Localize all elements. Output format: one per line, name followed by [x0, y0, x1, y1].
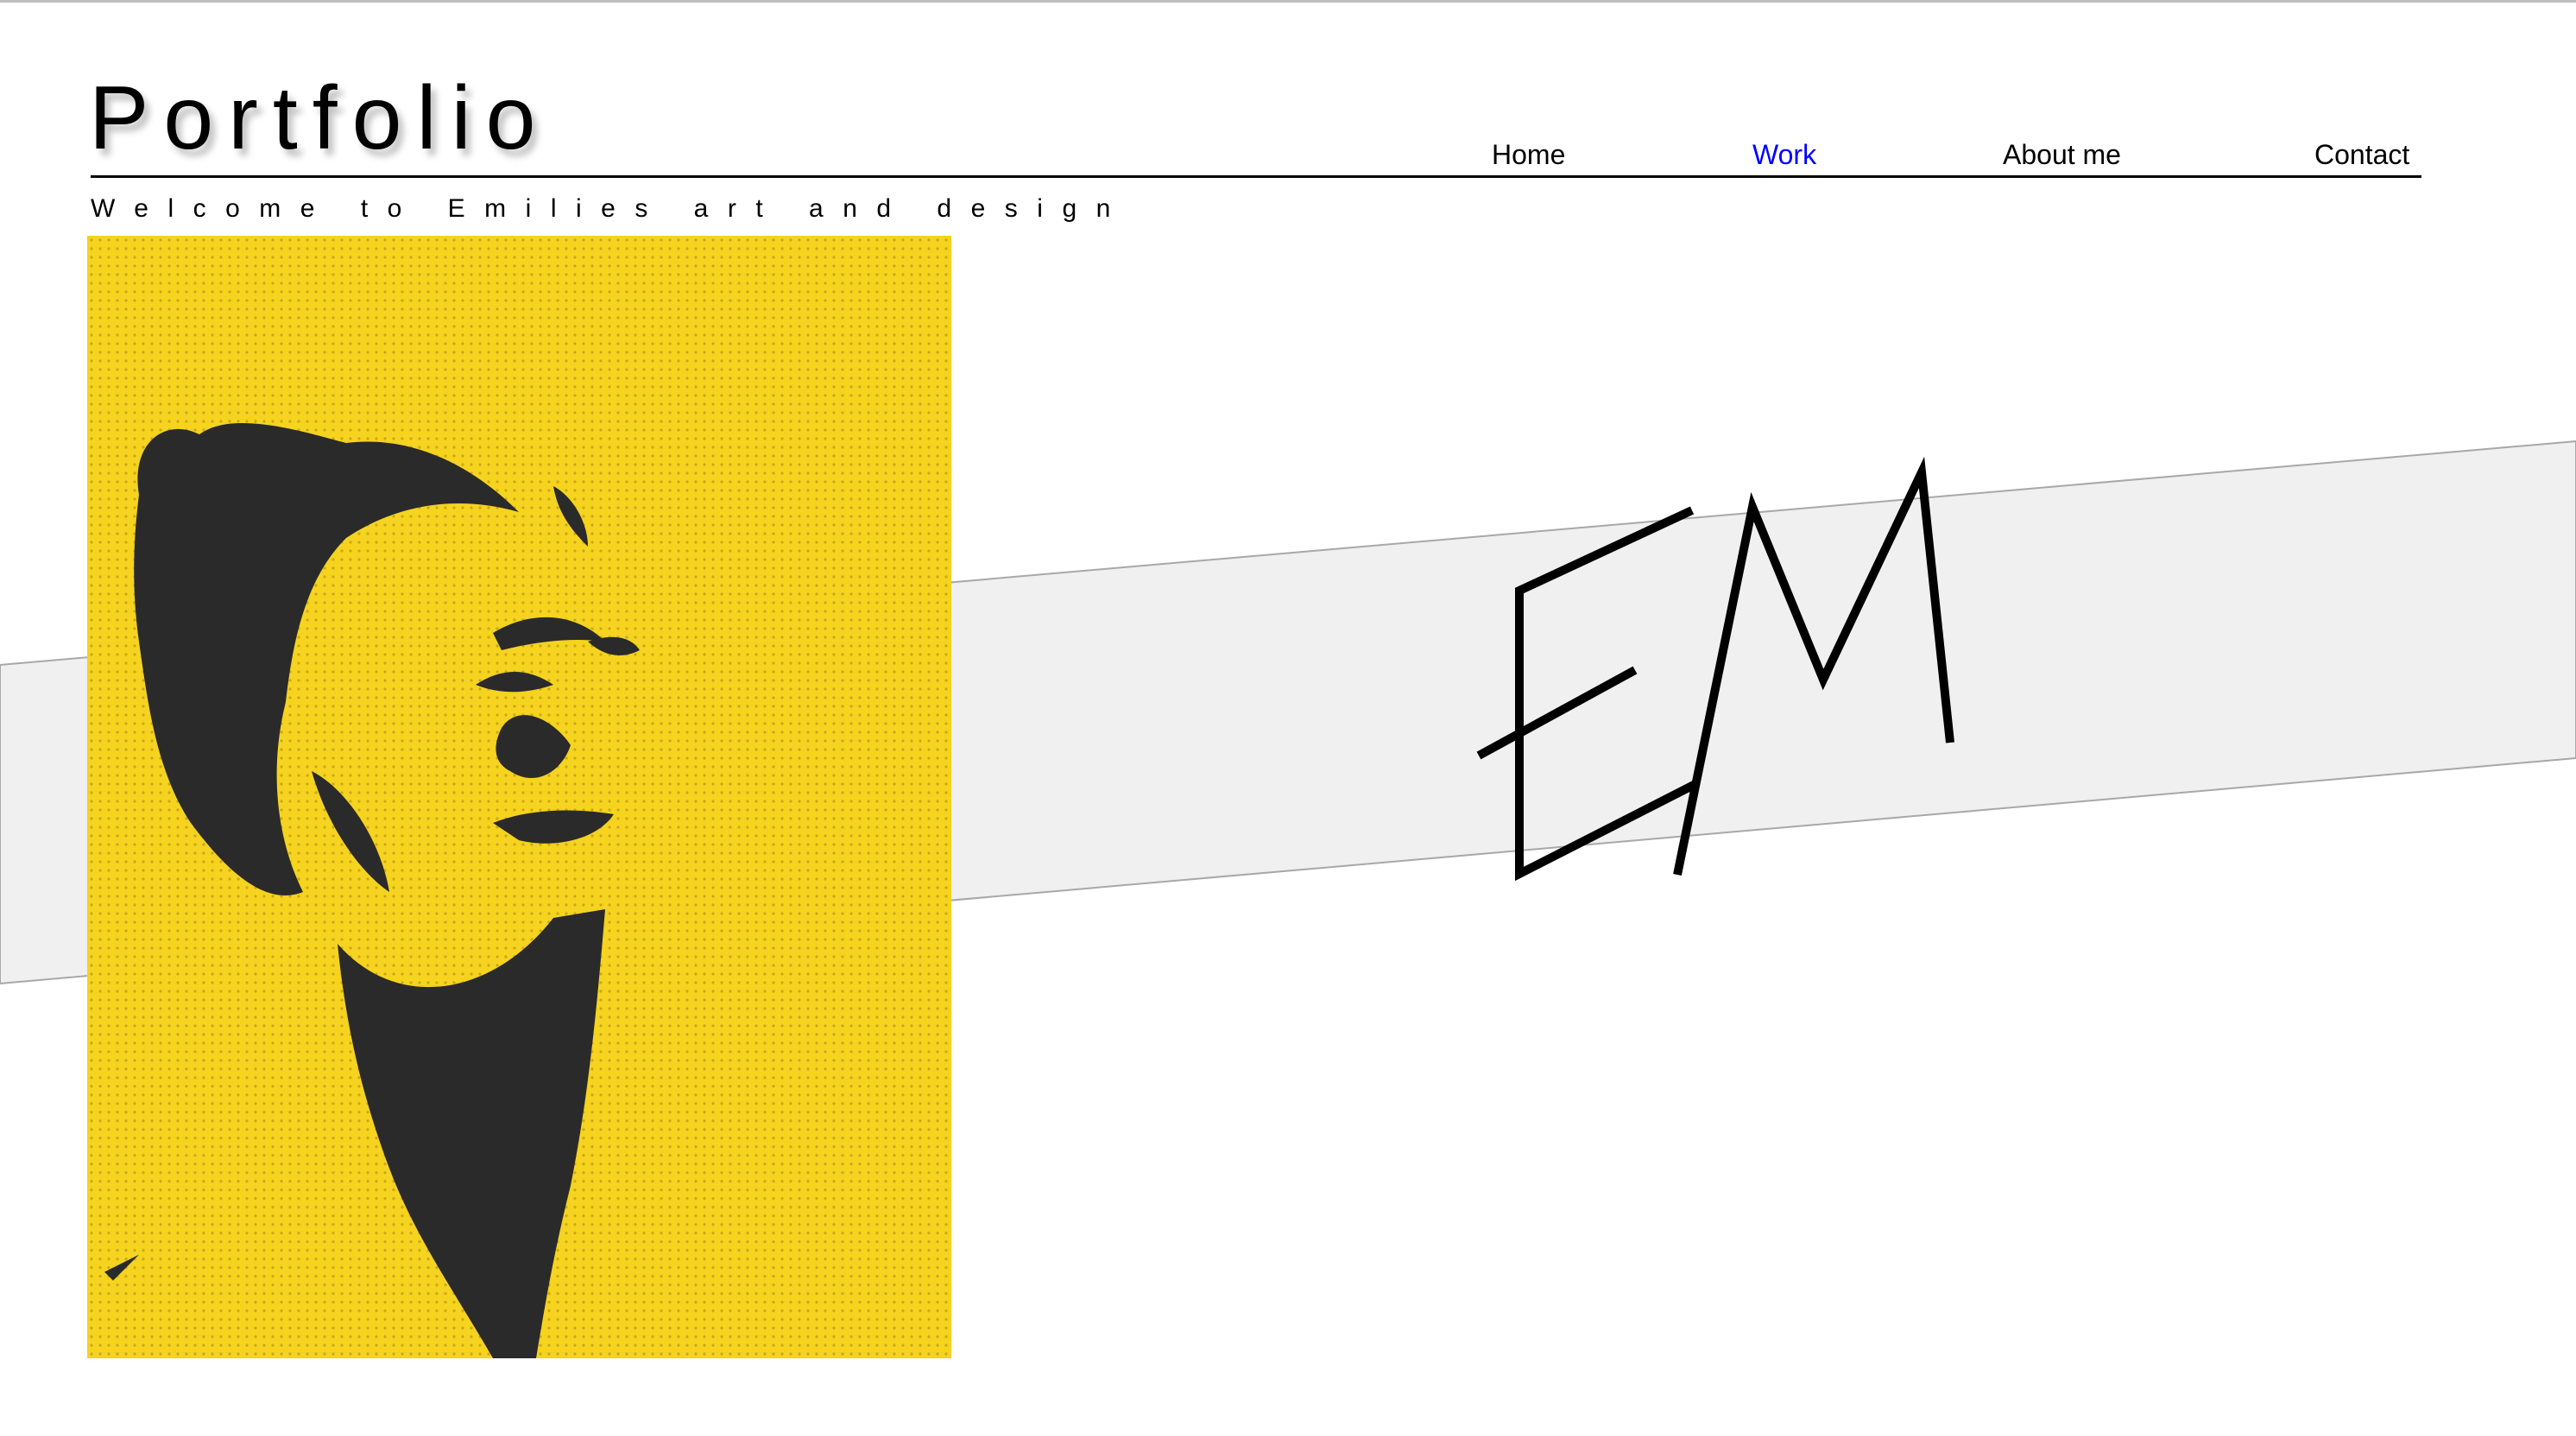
page-title: Portfolio — [89, 68, 551, 168]
nav-about-me[interactable]: About me — [2003, 141, 2121, 168]
portrait-image — [87, 236, 951, 1358]
header-divider — [91, 175, 2421, 178]
nav-contact[interactable]: Contact — [2314, 141, 2409, 168]
nav-work[interactable]: Work — [1752, 141, 1816, 168]
nav-home[interactable]: Home — [1492, 141, 1565, 168]
page-subtitle: Welcome to Emilies art and design — [91, 194, 1130, 223]
